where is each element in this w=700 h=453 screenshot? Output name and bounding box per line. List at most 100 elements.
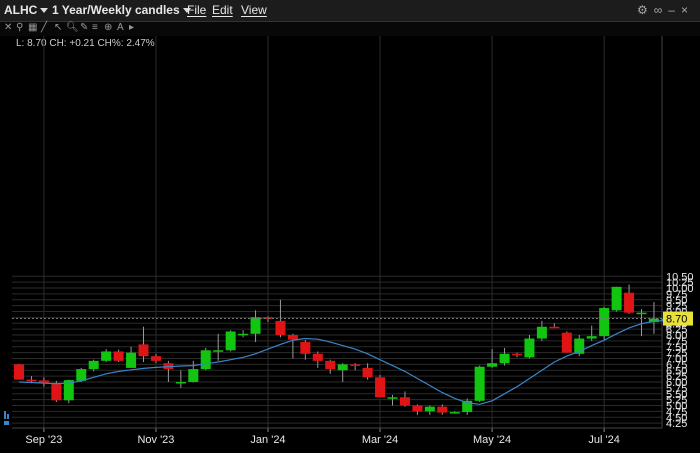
candle-body: [225, 331, 236, 351]
x-tick-label: May '24: [473, 434, 511, 446]
volume-indicator-icon: [4, 411, 9, 425]
y-tick-label: 10.25: [666, 277, 694, 289]
fibonacci-icon[interactable]: ≡: [92, 22, 98, 33]
settings-icon[interactable]: ⚙: [637, 3, 654, 17]
price-info-line: L: 8.70 CH: +0.21 CH%: 2.47%: [16, 38, 155, 49]
candle-body: [113, 351, 124, 361]
candle: [636, 309, 647, 337]
last-price-text: 8.70: [666, 314, 687, 326]
y-tick-label: 7.00: [666, 354, 687, 366]
y-tick-label: 10.00: [666, 283, 694, 295]
y-tick-label: 5.00: [666, 401, 687, 413]
y-tick-label: 4.75: [666, 406, 687, 418]
candle-body: [487, 363, 498, 367]
candle-body: [88, 360, 99, 370]
y-tick-label: 6.25: [666, 371, 687, 383]
zoom-icon[interactable]: ⚲: [16, 22, 23, 33]
candle: [287, 333, 298, 359]
pencil-icon[interactable]: ✎: [80, 22, 88, 33]
candle-body: [213, 350, 224, 352]
candle: [150, 353, 161, 364]
last-price-marker: 8.70: [12, 311, 693, 326]
magnify-icon[interactable]: 🔍︎: [66, 22, 79, 33]
candle: [574, 335, 585, 357]
candle: [63, 379, 74, 404]
candle-body: [624, 292, 635, 313]
y-tick-label: 5.75: [666, 383, 687, 395]
y-tick-label: 7.50: [666, 342, 687, 354]
candle: [648, 302, 659, 334]
candle: [325, 359, 336, 374]
candle: [138, 326, 149, 363]
arrow-icon[interactable]: ↖: [54, 22, 62, 33]
y-tick-label: 4.25: [666, 418, 687, 430]
candle: [362, 363, 373, 380]
candle: [250, 310, 261, 343]
link-icon[interactable]: ∞: [654, 3, 669, 17]
candle-body: [337, 364, 348, 371]
period-selector[interactable]: 1 Year/Weekly candles: [52, 3, 191, 17]
candle-body: [325, 360, 336, 370]
minimize-icon[interactable]: –: [668, 3, 681, 17]
y-tick-label: 9.75: [666, 289, 687, 301]
window-title-bar: ALHC 1 Year/Weekly candles File Edit Vie…: [0, 0, 700, 22]
y-tick-label: 10.50: [666, 271, 694, 283]
chart-type-icon[interactable]: ▦: [28, 22, 37, 33]
candle: [51, 380, 62, 402]
candle-body: [462, 400, 473, 413]
candle-body: [424, 406, 435, 412]
text-tool-icon[interactable]: A: [117, 22, 124, 33]
candle: [524, 335, 535, 359]
x-tick-label: Nov '23: [137, 434, 174, 446]
menu-edit[interactable]: Edit: [212, 3, 233, 17]
crosshair-icon[interactable]: ✕: [4, 22, 12, 33]
y-tick-label: 7.25: [666, 348, 687, 360]
candle-body: [586, 336, 597, 339]
symbol-selector[interactable]: ALHC: [4, 3, 49, 17]
candle-body: [287, 335, 298, 340]
y-tick-label: 4.50: [666, 412, 687, 424]
candle-body: [275, 320, 286, 335]
y-tick-label: 9.50: [666, 295, 687, 307]
period-label: 1 Year/Weekly candles: [52, 3, 180, 17]
menu-view[interactable]: View: [241, 3, 267, 17]
y-tick-label: 8.00: [666, 330, 687, 342]
candle: [275, 299, 286, 338]
candle-body: [536, 326, 547, 339]
candle: [624, 284, 635, 314]
draw-line-icon[interactable]: ╱: [41, 22, 47, 33]
close-icon[interactable]: ×: [681, 3, 694, 17]
candle: [126, 346, 137, 368]
candle-body: [611, 286, 622, 311]
x-tick-label: Sep '23: [25, 434, 62, 446]
candle-body: [300, 342, 311, 354]
symbol-label: ALHC: [4, 3, 38, 17]
candle-body: [263, 317, 273, 319]
candle-body: [250, 317, 261, 334]
y-tick-label: 8.25: [666, 324, 687, 336]
candle: [487, 349, 498, 368]
y-axis-labels: 10.5010.2510.009.759.509.259.008.758.508…: [666, 271, 694, 430]
candle: [462, 398, 473, 415]
candle: [536, 320, 547, 341]
y-tick-label: 6.00: [666, 377, 687, 389]
candlestick-chart[interactable]: 10.5010.2510.009.759.509.259.008.758.508…: [0, 0, 700, 453]
candle: [549, 323, 560, 329]
candle: [175, 370, 186, 388]
candle: [213, 333, 224, 361]
candle-body: [549, 326, 560, 329]
moving-average-line: [18, 319, 667, 405]
candle-body: [512, 353, 522, 356]
candle-body: [399, 397, 410, 406]
target-icon[interactable]: ⊕: [104, 22, 112, 33]
chart-toolbar: ✕ ⚲ ▦ ╱ ↖ 🔍︎ ✎ ≡ ⊕ A ▸: [0, 22, 700, 36]
candle-body: [574, 338, 585, 354]
x-tick-label: Jul '24: [588, 434, 619, 446]
candle-body: [499, 353, 510, 364]
x-tick-label: Mar '24: [362, 434, 398, 446]
candle: [424, 405, 435, 415]
menu-file[interactable]: File: [187, 3, 206, 17]
candle: [200, 347, 211, 371]
candle-body: [437, 406, 448, 413]
more-tools-icon[interactable]: ▸: [129, 22, 134, 33]
